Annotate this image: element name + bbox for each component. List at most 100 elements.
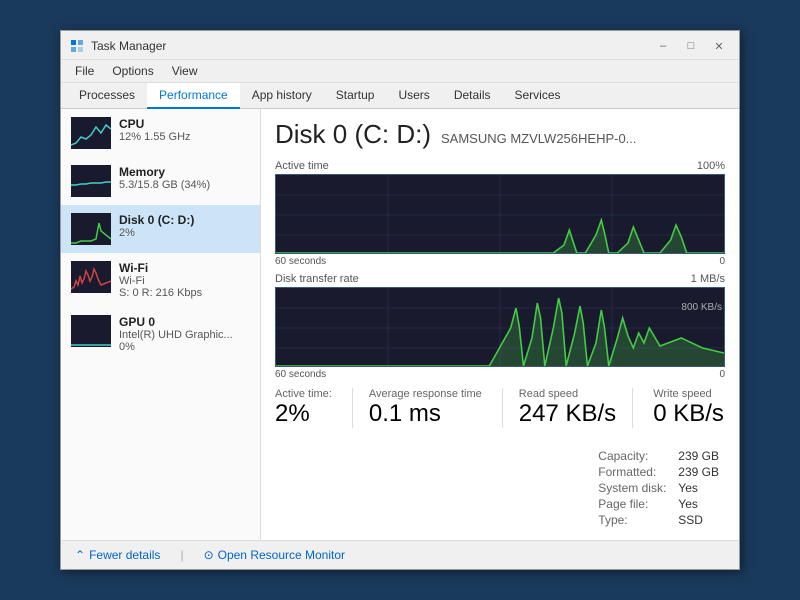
write-speed-stat: Write speed 0 KB/s	[653, 388, 724, 428]
system-disk-label: System disk:	[592, 480, 672, 496]
maximize-button[interactable]: □	[679, 37, 703, 55]
transfer-rate-max: 1 MB/s	[691, 273, 725, 285]
type-value: SSD	[672, 512, 725, 528]
active-time-stat: Active time: 2%	[275, 388, 332, 428]
active-time-section: Active time 100%	[275, 160, 725, 267]
gpu-name: GPU 0	[119, 315, 250, 329]
active-time-stat-label: Active time:	[275, 388, 332, 400]
tab-performance[interactable]: Performance	[147, 83, 240, 109]
formatted-value: 239 GB	[672, 464, 725, 480]
read-speed-value: 247 KB/s	[519, 400, 616, 427]
task-manager-window: Task Manager – □ ✕ File Options View Pro…	[60, 30, 740, 570]
minimize-button[interactable]: –	[651, 37, 675, 55]
app-icon	[69, 38, 85, 54]
menu-view[interactable]: View	[164, 62, 206, 80]
system-disk-value: Yes	[672, 480, 725, 496]
write-speed-label: Write speed	[653, 388, 724, 400]
disk-info: Disk 0 (C: D:) 2%	[119, 213, 250, 239]
avg-response-label: Average response time	[369, 388, 482, 400]
disk-name: Disk 0 (C: D:)	[119, 213, 250, 227]
tab-users[interactable]: Users	[386, 83, 441, 109]
tab-bar: Processes Performance App history Startu…	[61, 83, 739, 109]
active-time-chart	[275, 174, 725, 254]
type-label: Type:	[592, 512, 672, 528]
fewer-details-button[interactable]: ⌃ Fewer details	[71, 546, 164, 564]
memory-detail: 5.3/15.8 GB (34%)	[119, 179, 250, 191]
close-button[interactable]: ✕	[707, 37, 731, 55]
sidebar-item-wifi[interactable]: Wi-Fi Wi-Fi S: 0 R: 216 Kbps	[61, 253, 260, 307]
wifi-thumbnail	[71, 261, 111, 293]
footer-separator: |	[180, 548, 183, 562]
window-title: Task Manager	[91, 39, 166, 53]
read-speed-label: Read speed	[519, 388, 616, 400]
memory-thumbnail	[71, 165, 111, 197]
capacity-label: Capacity:	[592, 448, 672, 464]
capacity-value: 239 GB	[672, 448, 725, 464]
transfer-rate-bottom-label: 60 seconds 0	[275, 369, 725, 380]
sidebar-item-memory[interactable]: Memory 5.3/15.8 GB (34%)	[61, 157, 260, 205]
tab-startup[interactable]: Startup	[324, 83, 387, 109]
tab-app-history[interactable]: App history	[240, 83, 324, 109]
tab-processes[interactable]: Processes	[67, 83, 147, 109]
tab-services[interactable]: Services	[503, 83, 573, 109]
sidebar-item-disk[interactable]: Disk 0 (C: D:) 2%	[61, 205, 260, 253]
active-time-zero: 0	[719, 256, 725, 267]
disk-title-row: Disk 0 (C: D:) SAMSUNG MZVLW256HEHP-0...	[275, 119, 725, 150]
cpu-info: CPU 12% 1.55 GHz	[119, 117, 250, 143]
disk-thumbnail	[71, 213, 111, 245]
menu-file[interactable]: File	[67, 62, 102, 80]
disk-title-text: Disk 0 (C: D:)	[275, 119, 431, 150]
resource-monitor-icon: ⊙	[204, 548, 214, 562]
footer: ⌃ Fewer details | ⊙ Open Resource Monito…	[61, 540, 739, 569]
active-time-stat-value: 2%	[275, 400, 332, 428]
window-controls: – □ ✕	[651, 37, 731, 55]
memory-name: Memory	[119, 165, 250, 179]
wifi-name: Wi-Fi	[119, 261, 250, 275]
cpu-detail: 12% 1.55 GHz	[119, 131, 250, 143]
write-speed-value: 0 KB/s	[653, 400, 724, 427]
gpu-detail1: Intel(R) UHD Graphic...	[119, 329, 250, 341]
sidebar: CPU 12% 1.55 GHz Memory 5.3/15.8 GB (34%…	[61, 109, 261, 540]
formatted-label: Formatted:	[592, 464, 672, 480]
wifi-detail1: Wi-Fi	[119, 275, 250, 287]
sidebar-item-gpu[interactable]: GPU 0 Intel(R) UHD Graphic... 0%	[61, 307, 260, 361]
transfer-rate-section: Disk transfer rate 1 MB/s 800 KB/s	[275, 273, 725, 380]
read-speed-stat: Read speed 247 KB/s	[502, 388, 633, 428]
main-panel: Disk 0 (C: D:) SAMSUNG MZVLW256HEHP-0...…	[261, 109, 739, 540]
gpu-detail2: 0%	[119, 341, 250, 353]
cpu-thumbnail	[71, 117, 111, 149]
avg-response-value: 0.1 ms	[369, 400, 441, 427]
title-bar-left: Task Manager	[69, 38, 166, 54]
page-file-label: Page file:	[592, 496, 672, 512]
disk-model: SAMSUNG MZVLW256HEHP-0...	[441, 131, 637, 146]
cpu-name: CPU	[119, 117, 250, 131]
disk-detail: 2%	[119, 227, 250, 239]
avg-response-value-row: 0.1 ms	[369, 400, 482, 428]
active-time-bottom-label: 60 seconds 0	[275, 256, 725, 267]
stats-row: Active time: 2% Average response time 0.…	[275, 388, 725, 528]
transfer-rate-label-row: Disk transfer rate 1 MB/s	[275, 273, 725, 285]
resource-monitor-label: Open Resource Monitor	[218, 548, 345, 562]
transfer-rate-mid-label: 800 KB/s	[681, 302, 722, 313]
wifi-info: Wi-Fi Wi-Fi S: 0 R: 216 Kbps	[119, 261, 250, 299]
active-time-label-row: Active time 100%	[275, 160, 725, 172]
gpu-info: GPU 0 Intel(R) UHD Graphic... 0%	[119, 315, 250, 353]
page-file-value: Yes	[672, 496, 725, 512]
transfer-rate-chart: 800 KB/s	[275, 287, 725, 367]
tab-details[interactable]: Details	[442, 83, 503, 109]
open-resource-monitor-button[interactable]: ⊙ Open Resource Monitor	[200, 546, 349, 564]
gpu-thumbnail	[71, 315, 111, 347]
memory-info: Memory 5.3/15.8 GB (34%)	[119, 165, 250, 191]
content-area: CPU 12% 1.55 GHz Memory 5.3/15.8 GB (34%…	[61, 109, 739, 540]
fewer-details-label: Fewer details	[89, 548, 160, 562]
transfer-time-label: 60 seconds	[275, 369, 326, 380]
chevron-up-icon: ⌃	[75, 548, 85, 562]
menu-options[interactable]: Options	[104, 62, 161, 80]
active-time-value: 2%	[275, 400, 310, 427]
menu-bar: File Options View	[61, 60, 739, 83]
sidebar-item-cpu[interactable]: CPU 12% 1.55 GHz	[61, 109, 260, 157]
wifi-detail2: S: 0 R: 216 Kbps	[119, 287, 250, 299]
transfer-rate-label: Disk transfer rate	[275, 273, 359, 285]
transfer-zero: 0	[719, 369, 725, 380]
avg-response-stat: Average response time 0.1 ms	[352, 388, 482, 428]
